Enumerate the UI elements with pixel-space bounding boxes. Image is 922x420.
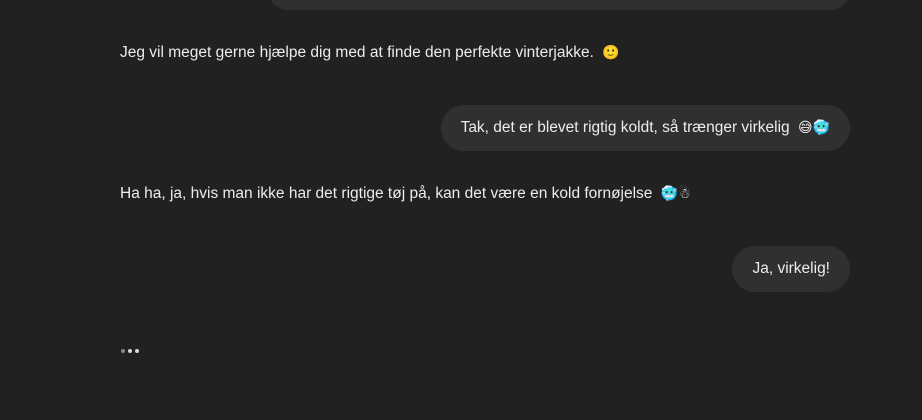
typing-dot-icon — [135, 349, 139, 353]
cold-face-snowman-icon: 🥶☃ — [660, 186, 691, 202]
typing-dot-icon — [128, 349, 132, 353]
chat-thread: Jeg vil meget gerne hjælpe dig med at fi… — [0, 0, 922, 420]
user-message-bubble: Tak, det er blevet rigtig koldt, så træn… — [440, 105, 850, 151]
slightly-smiling-face-icon: 🙂 — [602, 45, 620, 61]
typing-indicator — [121, 349, 139, 353]
user-message-bubble: Ja, virkelig! — [732, 246, 850, 292]
message-text: Ja, virkelig! — [752, 260, 830, 277]
assistant-message: Jeg vil meget gerne hjælpe dig med at fi… — [120, 42, 620, 64]
message-text: Jeg vil meget gerne hjælpe dig med at fi… — [120, 44, 594, 61]
message-text: Ha ha, ja, hvis man ikke har det rigtige… — [120, 185, 653, 202]
typing-dot-icon — [121, 349, 125, 353]
message-text: Tak, det er blevet rigtig koldt, så træn… — [460, 119, 790, 136]
previous-user-message-bubble — [268, 0, 850, 10]
grinning-sweat-cold-face-icon: 😅🥶 — [797, 120, 830, 136]
assistant-message: Ha ha, ja, hvis man ikke har det rigtige… — [120, 183, 691, 205]
